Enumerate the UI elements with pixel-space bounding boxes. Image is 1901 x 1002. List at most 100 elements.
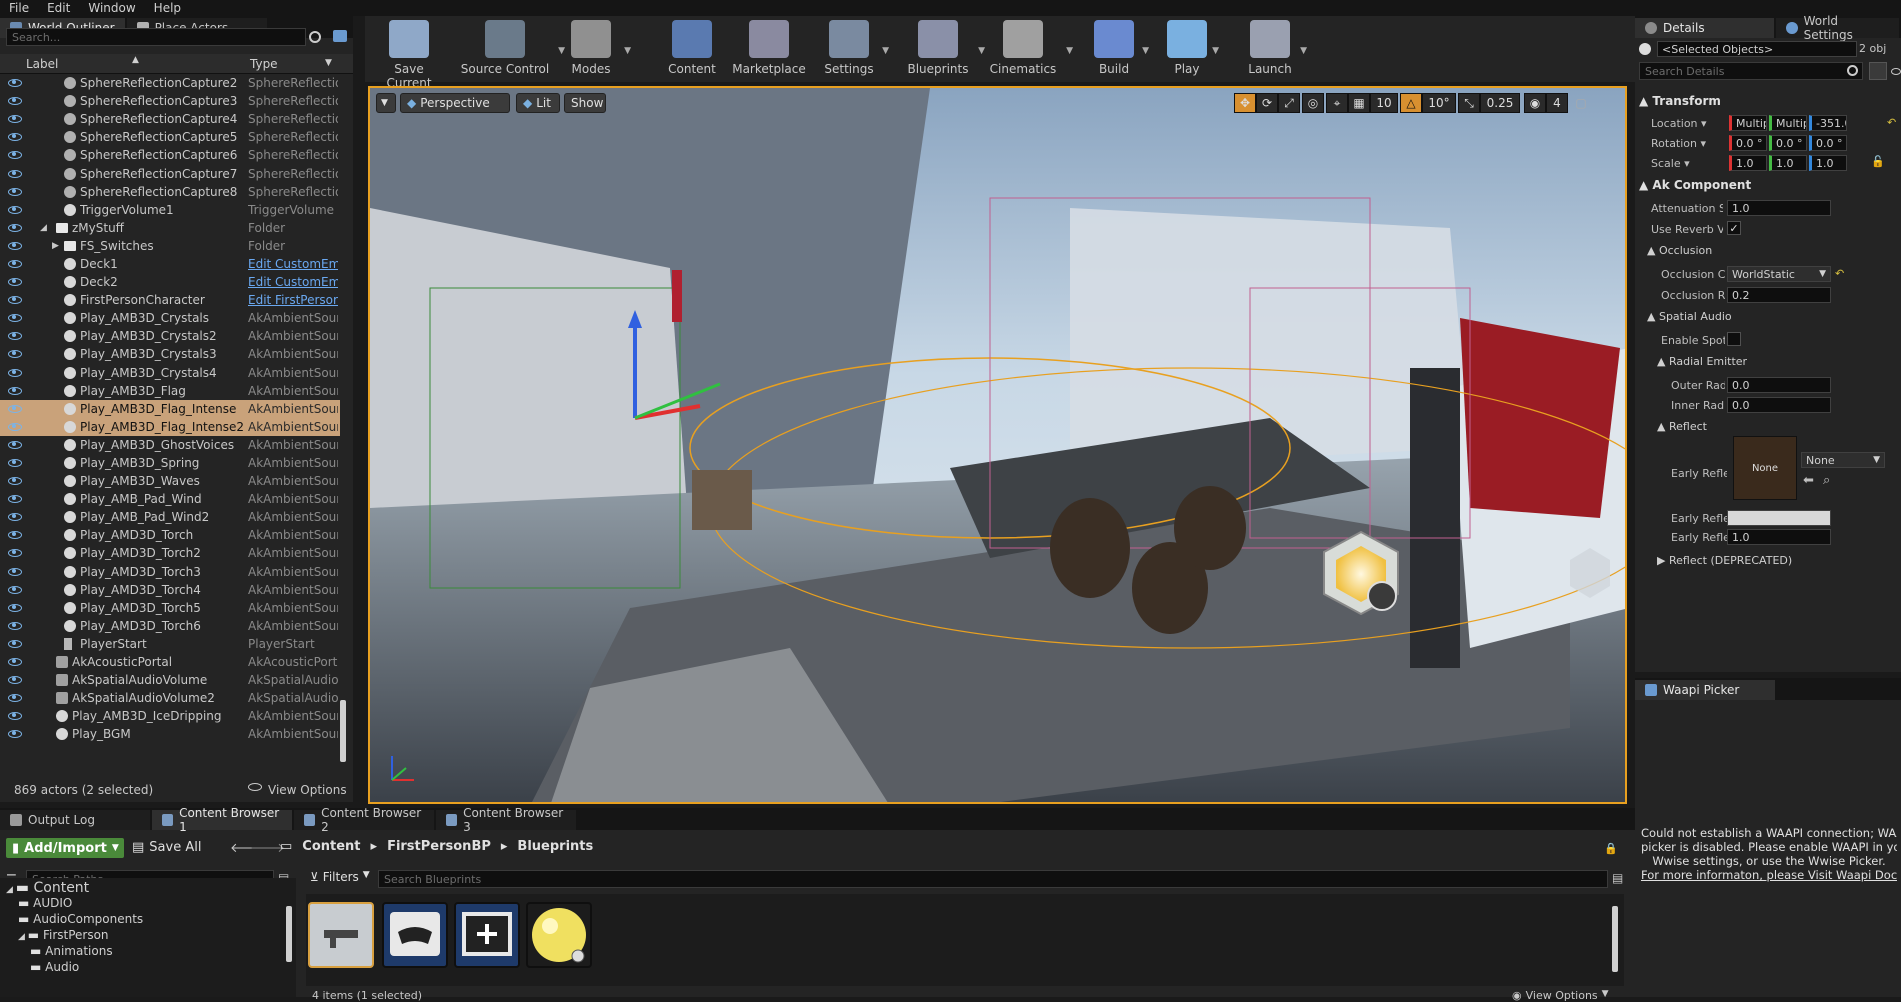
menu-window[interactable]: Window: [79, 1, 144, 15]
outliner-row[interactable]: Play_AMD3D_Torch6 AkAmbientSounc: [0, 617, 340, 635]
chevron-down-icon[interactable]: ▼: [882, 46, 889, 56]
camera-speed-value[interactable]: 4: [1546, 93, 1568, 113]
outliner-search-input[interactable]: Search...: [6, 28, 306, 46]
visibility-eye-icon[interactable]: [8, 97, 22, 106]
visibility-eye-icon[interactable]: [8, 115, 22, 124]
outliner-row[interactable]: Deck2 Edit CustomEmi: [0, 273, 340, 291]
outliner-row[interactable]: SphereReflectionCapture4 SphereReflection: [0, 110, 340, 128]
tree-scrollbar[interactable]: [286, 906, 292, 962]
outliner-row[interactable]: Play_AMD3D_Torch3 AkAmbientSounc: [0, 563, 340, 581]
scale-y-field[interactable]: 1.0: [1769, 155, 1807, 171]
show-button[interactable]: Show: [564, 93, 606, 113]
chevron-down-icon[interactable]: ▼: [978, 46, 985, 56]
location-x-field[interactable]: Multipl: [1729, 115, 1767, 131]
expand-arrow-icon[interactable]: ◢: [40, 223, 47, 233]
outliner-row[interactable]: ▶ FS_Switches Folder: [0, 237, 340, 255]
visibility-eye-icon[interactable]: [8, 223, 22, 232]
property-matrix-icon[interactable]: [1869, 62, 1887, 80]
asset-scrollbar[interactable]: [1612, 906, 1618, 972]
outliner-row[interactable]: Play_AMB3D_Spring AkAmbientSounc: [0, 454, 340, 472]
outliner-row[interactable]: Play_AMB3D_IceDripping AkAmbientSounc: [0, 707, 340, 725]
visibility-eye-icon[interactable]: [8, 440, 22, 449]
crumb-content[interactable]: Content: [302, 839, 360, 854]
add-import-button[interactable]: ▮ Add/Import ▼: [6, 838, 124, 858]
outliner-row[interactable]: Play_AMB3D_Crystals3 AkAmbientSounc: [0, 345, 340, 363]
inner-radius-field[interactable]: 0.0: [1727, 397, 1831, 413]
crumb-firstpersonbp[interactable]: FirstPersonBP: [387, 839, 491, 854]
outliner-row[interactable]: Play_AMB3D_Flag AkAmbientSounc: [0, 382, 340, 400]
visibility-eye-icon[interactable]: [8, 404, 22, 413]
tab-content-browser-1[interactable]: Content Browser 1: [152, 806, 292, 834]
outliner-row[interactable]: Play_AMB_Pad_Wind AkAmbientSounc: [0, 490, 340, 508]
toolbar-modes-button[interactable]: Modes ▼: [563, 20, 631, 76]
folder-tree-item[interactable]: ◢ ▬ FirstPerson: [18, 928, 109, 942]
world-local-icon[interactable]: ◎: [1302, 93, 1324, 113]
outliner-row[interactable]: Play_AMB3D_Waves AkAmbientSounc: [0, 472, 340, 490]
chevron-down-icon[interactable]: ▼: [1142, 46, 1149, 56]
grid-snap-icon[interactable]: ▦: [1348, 93, 1370, 113]
crumb-blueprints[interactable]: Blueprints: [517, 839, 593, 854]
perspective-button[interactable]: ◆ Perspective: [400, 93, 510, 113]
view-options-button[interactable]: ◉ View Options ▼: [1512, 989, 1609, 1002]
visibility-eye-icon[interactable]: [8, 531, 22, 540]
expand-arrow-icon[interactable]: ▶: [52, 241, 59, 251]
outliner-row[interactable]: AkAcousticPortal AkAcousticPorta: [0, 653, 340, 671]
rotation-x-field[interactable]: 0.0 °: [1729, 135, 1767, 151]
toolbar-launch-button[interactable]: Launch ▼: [1245, 20, 1307, 76]
visibility-eye-icon[interactable]: [8, 169, 22, 178]
edit-blueprint-link[interactable]: Edit CustomEmi: [248, 257, 338, 271]
outliner-row[interactable]: Play_AMB3D_Flag_Intense AkAmbientSounc: [0, 399, 340, 418]
toolbar-settings-button[interactable]: Settings ▼: [821, 20, 889, 76]
reflect-deprecated-section[interactable]: ▶ Reflect (DEPRECATED): [1657, 554, 1792, 567]
outliner-row[interactable]: Play_BGM AkAmbientSounc: [0, 725, 340, 743]
asset-tile-projectile[interactable]: [526, 902, 592, 968]
radial-emitter-section[interactable]: ▲ Radial Emitter: [1657, 355, 1747, 368]
location-label[interactable]: Location ▾: [1651, 117, 1707, 130]
asset-tile-weapon[interactable]: [308, 902, 374, 968]
menu-file[interactable]: File: [0, 1, 38, 15]
visibility-eye-icon[interactable]: [8, 241, 22, 250]
outliner-row[interactable]: SphereReflectionCapture2 SphereReflection: [0, 74, 340, 92]
outliner-row[interactable]: SphereReflectionCapture3 SphereReflection: [0, 92, 340, 110]
occlusion-refresh-field[interactable]: 0.2: [1727, 287, 1831, 303]
lock-icon[interactable]: 🔓: [1871, 155, 1885, 168]
visibility-eye-icon[interactable]: [8, 296, 22, 305]
outliner-row[interactable]: Play_AMD3D_Torch5 AkAmbientSounc: [0, 599, 340, 617]
toolbar-source-control-button[interactable]: Source Control ▼: [457, 20, 565, 76]
toolbar-build-button[interactable]: Build ▼: [1091, 20, 1149, 76]
asset-picker-dropdown[interactable]: None ▼: [1801, 452, 1885, 468]
folder-tree-item[interactable]: ▬ Animations: [30, 944, 113, 958]
visibility-eye-icon[interactable]: [8, 549, 22, 558]
outliner-row[interactable]: Deck1 Edit CustomEmi: [0, 255, 340, 273]
folder-tree-item[interactable]: ▬ AUDIO: [18, 896, 72, 910]
ak-component-section[interactable]: ▲ Ak Component: [1639, 178, 1751, 192]
visibility-eye-icon[interactable]: [8, 133, 22, 142]
reset-arrow-icon[interactable]: ↶: [1887, 116, 1896, 129]
rotation-label[interactable]: Rotation ▾: [1651, 137, 1706, 150]
outliner-row[interactable]: FirstPersonCharacter Edit FirstPersor: [0, 291, 340, 309]
outliner-row[interactable]: SphereReflectionCapture7 SphereReflection: [0, 164, 340, 182]
visibility-eye-icon[interactable]: [8, 477, 22, 486]
scale-label[interactable]: Scale ▾: [1651, 157, 1690, 170]
outliner-row[interactable]: Play_AMB3D_Crystals AkAmbientSounc: [0, 309, 340, 327]
visibility-eye-icon[interactable]: [8, 187, 22, 196]
scale-snap-icon[interactable]: ⤡: [1458, 93, 1480, 113]
reset-arrow-icon[interactable]: ↶: [1835, 267, 1844, 280]
outliner-row[interactable]: Play_AMD3D_Torch4 AkAmbientSounc: [0, 581, 340, 599]
visibility-eye-icon[interactable]: [8, 332, 22, 341]
early-reflections-field-3[interactable]: 1.0: [1727, 529, 1831, 545]
outliner-row[interactable]: ◢ zMyStuff Folder: [0, 219, 340, 237]
browse-search-icon[interactable]: ⌕: [1823, 473, 1830, 488]
rotation-snap-icon[interactable]: △: [1400, 93, 1422, 113]
visibility-eye-icon[interactable]: [8, 513, 22, 522]
folder-tree-item[interactable]: ◢ ▬ Content: [6, 880, 89, 896]
folder-tree-item[interactable]: ▬ AudioComponents: [18, 912, 143, 926]
level-viewport[interactable]: ▼ ◆ Perspective ◆ Lit Show ✥ ⟳ ⤢ ◎ ⌖ ▦ 10 …: [368, 86, 1627, 804]
visibility-eye-icon[interactable]: [8, 730, 22, 739]
tab-content-browser-2[interactable]: Content Browser 2: [294, 806, 434, 834]
edit-blueprint-link[interactable]: Edit FirstPersor: [248, 293, 338, 307]
col-type[interactable]: Type: [250, 57, 278, 71]
outliner-row[interactable]: Play_AMB3D_Crystals4 AkAmbientSounc: [0, 364, 340, 382]
visibility-eye-icon[interactable]: [8, 259, 22, 268]
outliner-row[interactable]: AkSpatialAudioVolume AkSpatialAudioV: [0, 671, 340, 689]
